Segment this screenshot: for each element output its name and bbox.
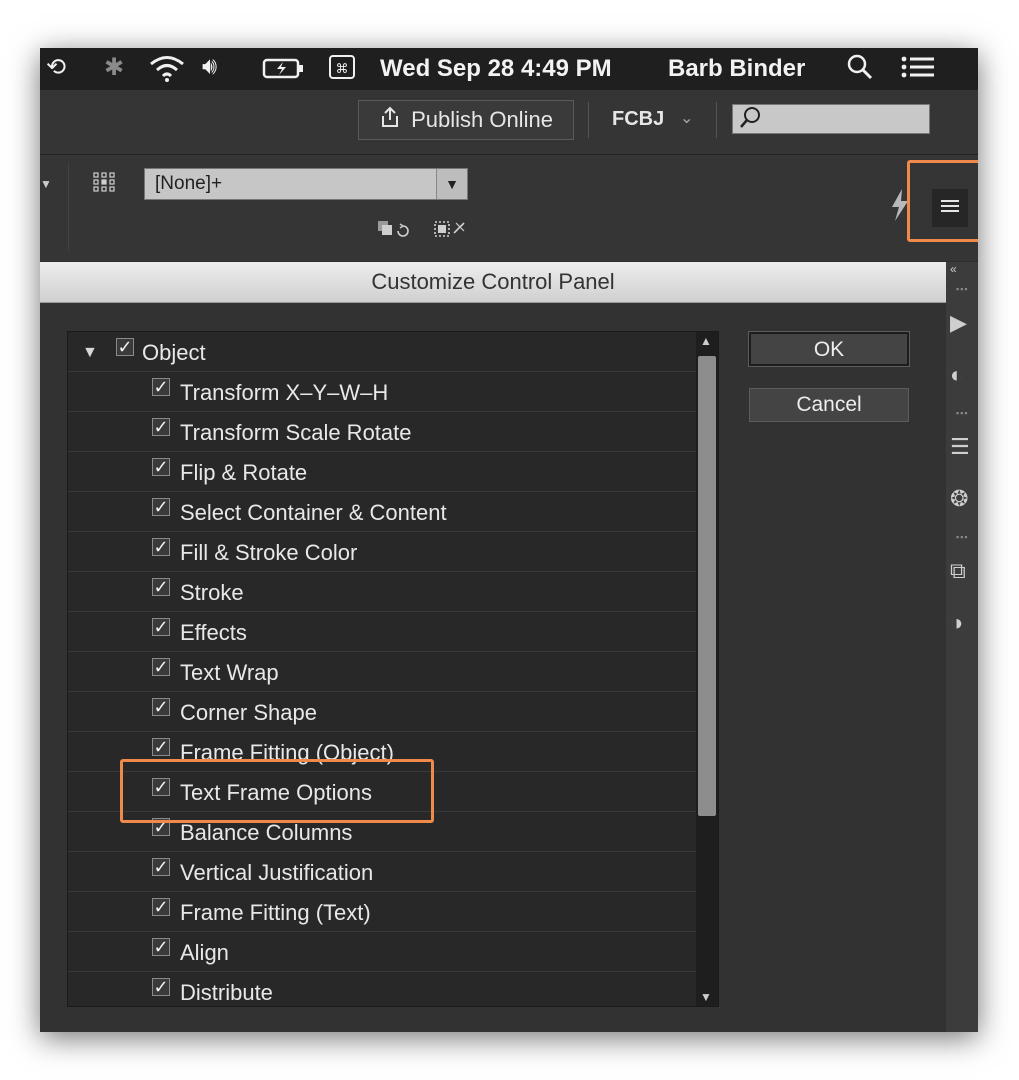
links-panel-icon[interactable]: ⧉ [950,558,966,584]
tree-item[interactable]: ✓ Align [68,932,696,972]
tree-item[interactable]: ✓ Effects [68,612,696,652]
dock-grip[interactable]: ▪▪▪ [956,532,969,542]
checkbox[interactable]: ✓ [152,418,170,436]
search-icon [739,106,761,136]
tree-item[interactable]: ✓ Transform Scale Rotate [68,412,696,452]
tree-item[interactable]: ✓ Frame Fitting (Text) [68,892,696,932]
tree-item-label: Fill & Stroke Color [180,540,358,565]
tree-item[interactable]: ✓ Select Container & Content [68,492,696,532]
tree-item[interactable]: ✓ Transform X–Y–W–H [68,372,696,412]
tree-item[interactable]: ✓ Flip & Rotate [68,452,696,492]
checkbox[interactable]: ✓ [152,378,170,396]
checkbox[interactable]: ✓ [116,338,134,356]
share-icon [379,106,401,134]
dock-grip[interactable]: ▪▪▪ [956,408,969,418]
tree-item[interactable]: ✓ Text Wrap [68,652,696,692]
layers-panel-icon[interactable]: ◐ [950,362,963,388]
checkbox[interactable]: ✓ [152,618,170,636]
tree-item-label: Distribute [180,980,273,1005]
battery-icon[interactable] [262,53,306,90]
tree-item[interactable]: ✓ Vertical Justification [68,852,696,892]
chevron-down-icon[interactable]: ⌄ [680,108,693,128]
checkbox[interactable]: ✓ [152,938,170,956]
checkbox[interactable]: ✓ [152,578,170,596]
tree-group-object[interactable]: ▼ ✓ Object [68,332,696,372]
list-scrollbar[interactable]: ▲ ▼ [696,332,718,1006]
toolbar-divider [716,102,717,138]
spotlight-icon[interactable] [846,53,874,88]
ok-button[interactable]: OK [749,332,909,366]
control-panel: ▼ [None]+ ▼ [40,155,978,261]
clear-overrides-icon[interactable] [376,219,416,246]
tree-item-label: Stroke [180,580,244,605]
scrollbar-thumb[interactable] [698,356,716,816]
tree-item-label: Align [180,940,229,965]
scroll-down-arrow-icon[interactable]: ▼ [700,990,712,1004]
menu-clock[interactable]: Wed Sep 28 4:49 PM [380,55,612,83]
tree-item-label: Select Container & Content [180,500,447,525]
highlight-panel-menu [907,160,978,242]
tree-item[interactable]: ✓ Distribute [68,972,696,1006]
panel-dock: « ▪▪▪ ▶ ◐ ▪▪▪ ☰ ❂ ▪▪▪ ⧉ ◑ [946,262,978,1032]
tree-item-label: Transform Scale Rotate [180,420,412,445]
tree-item-label: Corner Shape [180,700,317,725]
time-machine-icon[interactable]: ⟲ [46,53,66,82]
workspace-switcher[interactable]: FCBJ [612,108,664,131]
wifi-icon[interactable] [148,53,186,90]
panel-divider [68,163,69,251]
publish-online-label: Publish Online [411,107,553,132]
checkbox[interactable]: ✓ [152,498,170,516]
tree-item[interactable]: ✓ Fill & Stroke Color [68,532,696,572]
volume-icon[interactable]: 🔊︎ [202,53,217,81]
cancel-button[interactable]: Cancel [749,388,909,422]
menu-bar: ⟲ ✱ 🔊︎ ⌘ Wed Sep 28 4:49 PM Barb Binder [40,48,978,90]
menu-user-name[interactable]: Barb Binder [668,55,805,83]
checkbox[interactable]: ✓ [152,698,170,716]
tree-item-label: Flip & Rotate [180,460,308,485]
pages-panel-icon[interactable]: ▶ [950,310,967,336]
disclosure-triangle-icon[interactable]: ▼ [82,344,98,362]
tree-item[interactable]: ✓ Corner Shape [68,692,696,732]
checkbox[interactable]: ✓ [152,738,170,756]
checkbox[interactable]: ✓ [152,458,170,476]
collapse-panels-icon[interactable]: « [950,262,957,276]
checkbox[interactable]: ✓ [152,658,170,676]
application-bar: Publish Online FCBJ ⌄ [40,90,978,155]
tree-group-label: Object [142,340,206,365]
checkbox[interactable]: ✓ [152,978,170,996]
clear-non-style-attributes-icon[interactable] [432,219,470,246]
toolbar-divider [588,102,589,138]
notification-center-icon[interactable] [900,53,936,88]
tree-item-label: Transform X–Y–W–H [180,380,389,405]
dropdown-arrow-icon[interactable]: ▼ [436,169,467,199]
tree-item-label: Effects [180,620,247,645]
tree-item-label: Balance Columns [180,820,353,845]
input-menu-icon[interactable]: ⌘ [328,53,356,88]
stroke-panel-icon[interactable]: ☰ [950,434,970,460]
publish-online-button[interactable]: Publish Online [358,100,574,140]
checkbox[interactable]: ✓ [152,898,170,916]
object-style-value: [None]+ [155,173,223,194]
app-window: ⟲ ✱ 🔊︎ ⌘ Wed Sep 28 4:49 PM Barb Binder … [40,48,978,1032]
swatches-panel-icon[interactable]: ❂ [950,486,968,512]
object-style-dropdown[interactable]: [None]+ ▼ [144,168,468,200]
highlight-text-frame-options [120,759,434,823]
checkbox[interactable]: ✓ [152,858,170,876]
customize-control-panel-dialog: Customize Control Panel ▼ ✓ Object ✓ Tran… [40,262,946,1032]
options-tree[interactable]: ▼ ✓ Object ✓ Transform X–Y–W–H ✓ Transform … [67,331,719,1007]
effects-panel-icon[interactable]: ◑ [950,610,963,636]
scroll-up-arrow-icon[interactable]: ▲ [700,334,712,348]
tree-item[interactable]: ✓ Stroke [68,572,696,612]
svg-text:⌘: ⌘ [336,62,349,77]
checkbox[interactable]: ✓ [152,538,170,556]
tree-item-label: Vertical Justification [180,860,374,885]
bluetooth-icon[interactable]: ✱ [104,53,124,82]
dock-grip[interactable]: ▪▪▪ [956,284,969,294]
reference-point-icon[interactable] [92,171,122,197]
search-input[interactable] [732,104,930,134]
dialog-title: Customize Control Panel [40,262,946,303]
tree-item-label: Frame Fitting (Text) [180,900,371,925]
tree-item-label: Text Wrap [180,660,279,685]
caret-down-icon[interactable]: ▼ [40,177,52,191]
